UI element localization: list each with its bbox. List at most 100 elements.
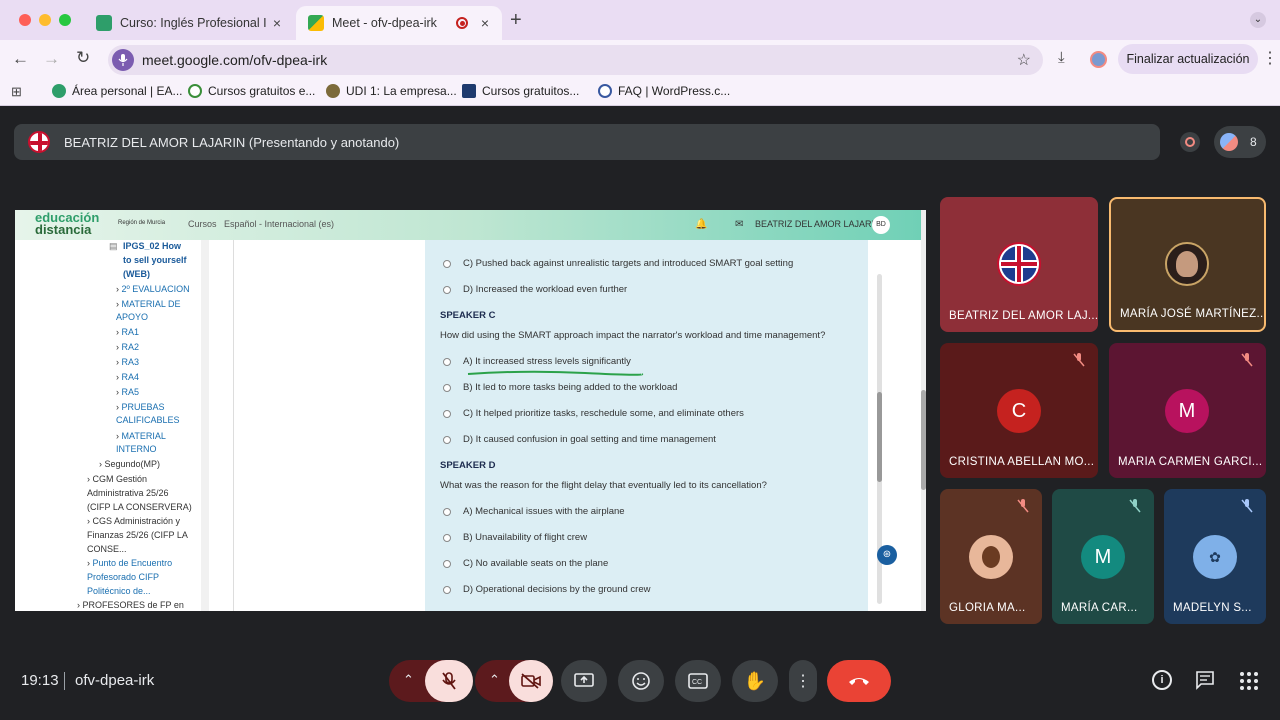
more-options-button[interactable]: ⋮ — [789, 660, 817, 702]
tab-meet[interactable]: Meet - ofv-dpea-irk × — [296, 6, 502, 40]
activities-grid-icon[interactable] — [1240, 672, 1258, 690]
chevron-up-icon[interactable]: ⌃ — [489, 672, 500, 688]
sidebar-item[interactable]: › Segundo(MP) — [99, 458, 160, 471]
sidebar-item[interactable]: › PROFESORES de FP en — [77, 599, 184, 611]
close-tab-icon[interactable]: × — [476, 15, 494, 31]
option-c-d[interactable]: D) It caused confusion in goal setting a… — [425, 434, 716, 445]
participants-button[interactable]: 8 — [1214, 126, 1266, 158]
sidebar-item[interactable]: (WEB) — [123, 268, 150, 281]
bookmark-item[interactable]: Cursos gratuitos... — [462, 84, 579, 98]
option-d-d[interactable]: D) Operational decisions by the ground c… — [425, 584, 650, 595]
option-c-b[interactable]: B) It led to more tasks being added to t… — [425, 382, 677, 393]
emoji-button[interactable] — [618, 660, 664, 702]
page-scrollbar[interactable] — [921, 210, 926, 611]
profile-avatar[interactable] — [1090, 51, 1107, 68]
sidebar-item[interactable]: › RA2 — [116, 341, 139, 354]
option-d-a[interactable]: A) Mechanical issues with the airplane — [425, 506, 625, 517]
sidebar-item[interactable]: to sell yourself — [123, 254, 187, 267]
bookmark-star-icon[interactable]: ☆ — [1017, 50, 1031, 70]
sidebar-item[interactable]: Politécnico de... — [87, 585, 151, 598]
reload-icon[interactable]: ↻ — [76, 48, 90, 68]
participant-name: CRISTINA ABELLAN MO... — [949, 456, 1095, 468]
option-d-b[interactable]: B) Unavailability of flight crew — [425, 532, 587, 543]
tab-search-icon[interactable]: ⌄ — [1250, 12, 1266, 28]
chat-icon[interactable] — [1195, 670, 1215, 695]
sidebar-item[interactable]: › RA4 — [116, 371, 139, 384]
scrollbar-thumb[interactable] — [877, 392, 882, 482]
back-icon[interactable]: ← — [12, 49, 29, 69]
bookmark-item[interactable]: Cursos gratuitos e... — [188, 84, 315, 98]
participant-tile[interactable]: C CRISTINA ABELLAN MO... — [940, 343, 1098, 478]
present-screen-button[interactable] — [561, 660, 607, 702]
menu-kebab-icon[interactable]: ⋮ — [1262, 48, 1278, 68]
sidebar-item[interactable]: › Punto de Encuentro — [87, 557, 172, 570]
svg-text:CC: CC — [692, 679, 702, 686]
chevron-up-icon[interactable]: ⌃ — [403, 672, 414, 688]
meeting-info-icon[interactable]: i — [1152, 670, 1172, 690]
option-c-c[interactable]: C) It helped prioritize tasks, reschedul… — [425, 408, 744, 419]
captions-button[interactable]: CC — [675, 660, 721, 702]
nav-cursos[interactable]: Cursos — [188, 219, 217, 229]
participant-tile-active-speaker[interactable]: MARÍA JOSÉ MARTÍNEZ... — [1109, 197, 1266, 332]
accessibility-icon[interactable]: ⊛ — [877, 545, 897, 565]
participant-tile[interactable]: ✿ MADELYN S... — [1164, 489, 1266, 624]
bookmark-item[interactable]: UDI 1: La empresa... — [326, 84, 457, 98]
sidebar-item[interactable]: › PRUEBAS — [116, 401, 165, 414]
recording-indicator-icon[interactable] — [1180, 132, 1200, 152]
present-icon — [574, 673, 594, 687]
option-d-c[interactable]: C) No available seats on the plane — [425, 558, 608, 569]
mic-off-button[interactable] — [425, 660, 473, 702]
bookmark-item[interactable]: Área personal | EA... — [52, 84, 183, 98]
sidebar-item[interactable]: › 2º EVALUACION — [116, 283, 190, 296]
minimize-window-button[interactable] — [39, 14, 51, 26]
sidebar-item[interactable]: (CIFP LA CONSERVERA) — [87, 501, 192, 514]
bookmark-item[interactable]: FAQ | WordPress.c... — [598, 84, 730, 98]
camera-off-button[interactable] — [509, 660, 553, 702]
sidebar-item[interactable]: › RA5 — [116, 386, 139, 399]
sidebar-item[interactable]: › RA3 — [116, 356, 139, 369]
sidebar-item[interactable]: INTERNO — [116, 443, 157, 456]
url-text[interactable]: meet.google.com/ofv-dpea-irk — [142, 52, 327, 68]
user-initials-avatar[interactable]: BD — [872, 216, 890, 234]
sidebar-item[interactable]: APOYO — [116, 311, 148, 324]
new-tab-button[interactable]: + — [510, 9, 522, 32]
sidebar-item[interactable]: Finanzas 25/26 (CIFP LA — [87, 529, 188, 542]
sidebar-item[interactable]: Profesorado CIFP — [87, 571, 159, 584]
apps-grid-icon[interactable]: ⊞ — [11, 84, 22, 100]
sidebar-item[interactable]: Administrativa 25/26 — [87, 487, 169, 500]
radio-button — [443, 383, 451, 392]
sidebar-item[interactable]: › MATERIAL — [116, 430, 166, 443]
scrollbar-thumb[interactable] — [921, 390, 926, 490]
mic-site-icon[interactable] — [112, 49, 134, 71]
option-c-a[interactable]: A) It increased stress levels significan… — [425, 356, 631, 367]
participant-tile[interactable]: GLORIA MA... — [940, 489, 1042, 624]
option-prev-c[interactable]: C) Pushed back against unrealistic targe… — [425, 258, 793, 269]
close-tab-icon[interactable]: × — [268, 15, 286, 31]
nav-user-name[interactable]: BEATRIZ DEL AMOR LAJARIN — [755, 219, 881, 229]
sidebar-item[interactable]: IPGS_02 How — [123, 240, 181, 253]
sidebar-item[interactable]: › CGS Administración y — [87, 515, 180, 528]
sidebar-item[interactable]: › RA1 — [116, 326, 139, 339]
download-icon[interactable]: ⤓ — [1058, 49, 1065, 66]
notification-bell-icon[interactable]: 🔔 — [695, 219, 707, 230]
participant-tile[interactable]: BEATRIZ DEL AMOR LAJ... — [940, 197, 1098, 332]
close-window-button[interactable] — [19, 14, 31, 26]
maximize-window-button[interactable] — [59, 14, 71, 26]
participant-tile[interactable]: M MARIA CARMEN GARCI... — [1109, 343, 1266, 478]
messages-icon[interactable]: ✉ — [735, 219, 743, 230]
nav-language[interactable]: Español - Internacional (es) — [224, 219, 334, 229]
sidebar-item[interactable]: › CGM Gestión — [87, 473, 147, 486]
tab-course[interactable]: Curso: Inglés Profesional I pa × — [84, 6, 294, 40]
address-bar[interactable]: meet.google.com/ofv-dpea-irk ☆ — [108, 45, 1043, 75]
participant-tile[interactable]: M MARÍA CAR... — [1052, 489, 1154, 624]
update-button[interactable]: Finalizar actualización — [1118, 44, 1258, 74]
option-prev-d[interactable]: D) Increased the workload even further — [425, 284, 627, 295]
raise-hand-button[interactable]: ✋ — [732, 660, 778, 702]
leave-call-button[interactable] — [827, 660, 891, 702]
speaker-c-heading: SPEAKER C — [440, 310, 496, 321]
sidebar-item[interactable]: › MATERIAL DE — [116, 298, 181, 311]
sidebar-scrollbar[interactable] — [201, 240, 209, 611]
sidebar-item[interactable]: CONSE... — [87, 543, 127, 556]
sidebar-item[interactable]: CALIFICABLES — [116, 414, 180, 427]
forward-icon[interactable]: → — [43, 49, 60, 69]
